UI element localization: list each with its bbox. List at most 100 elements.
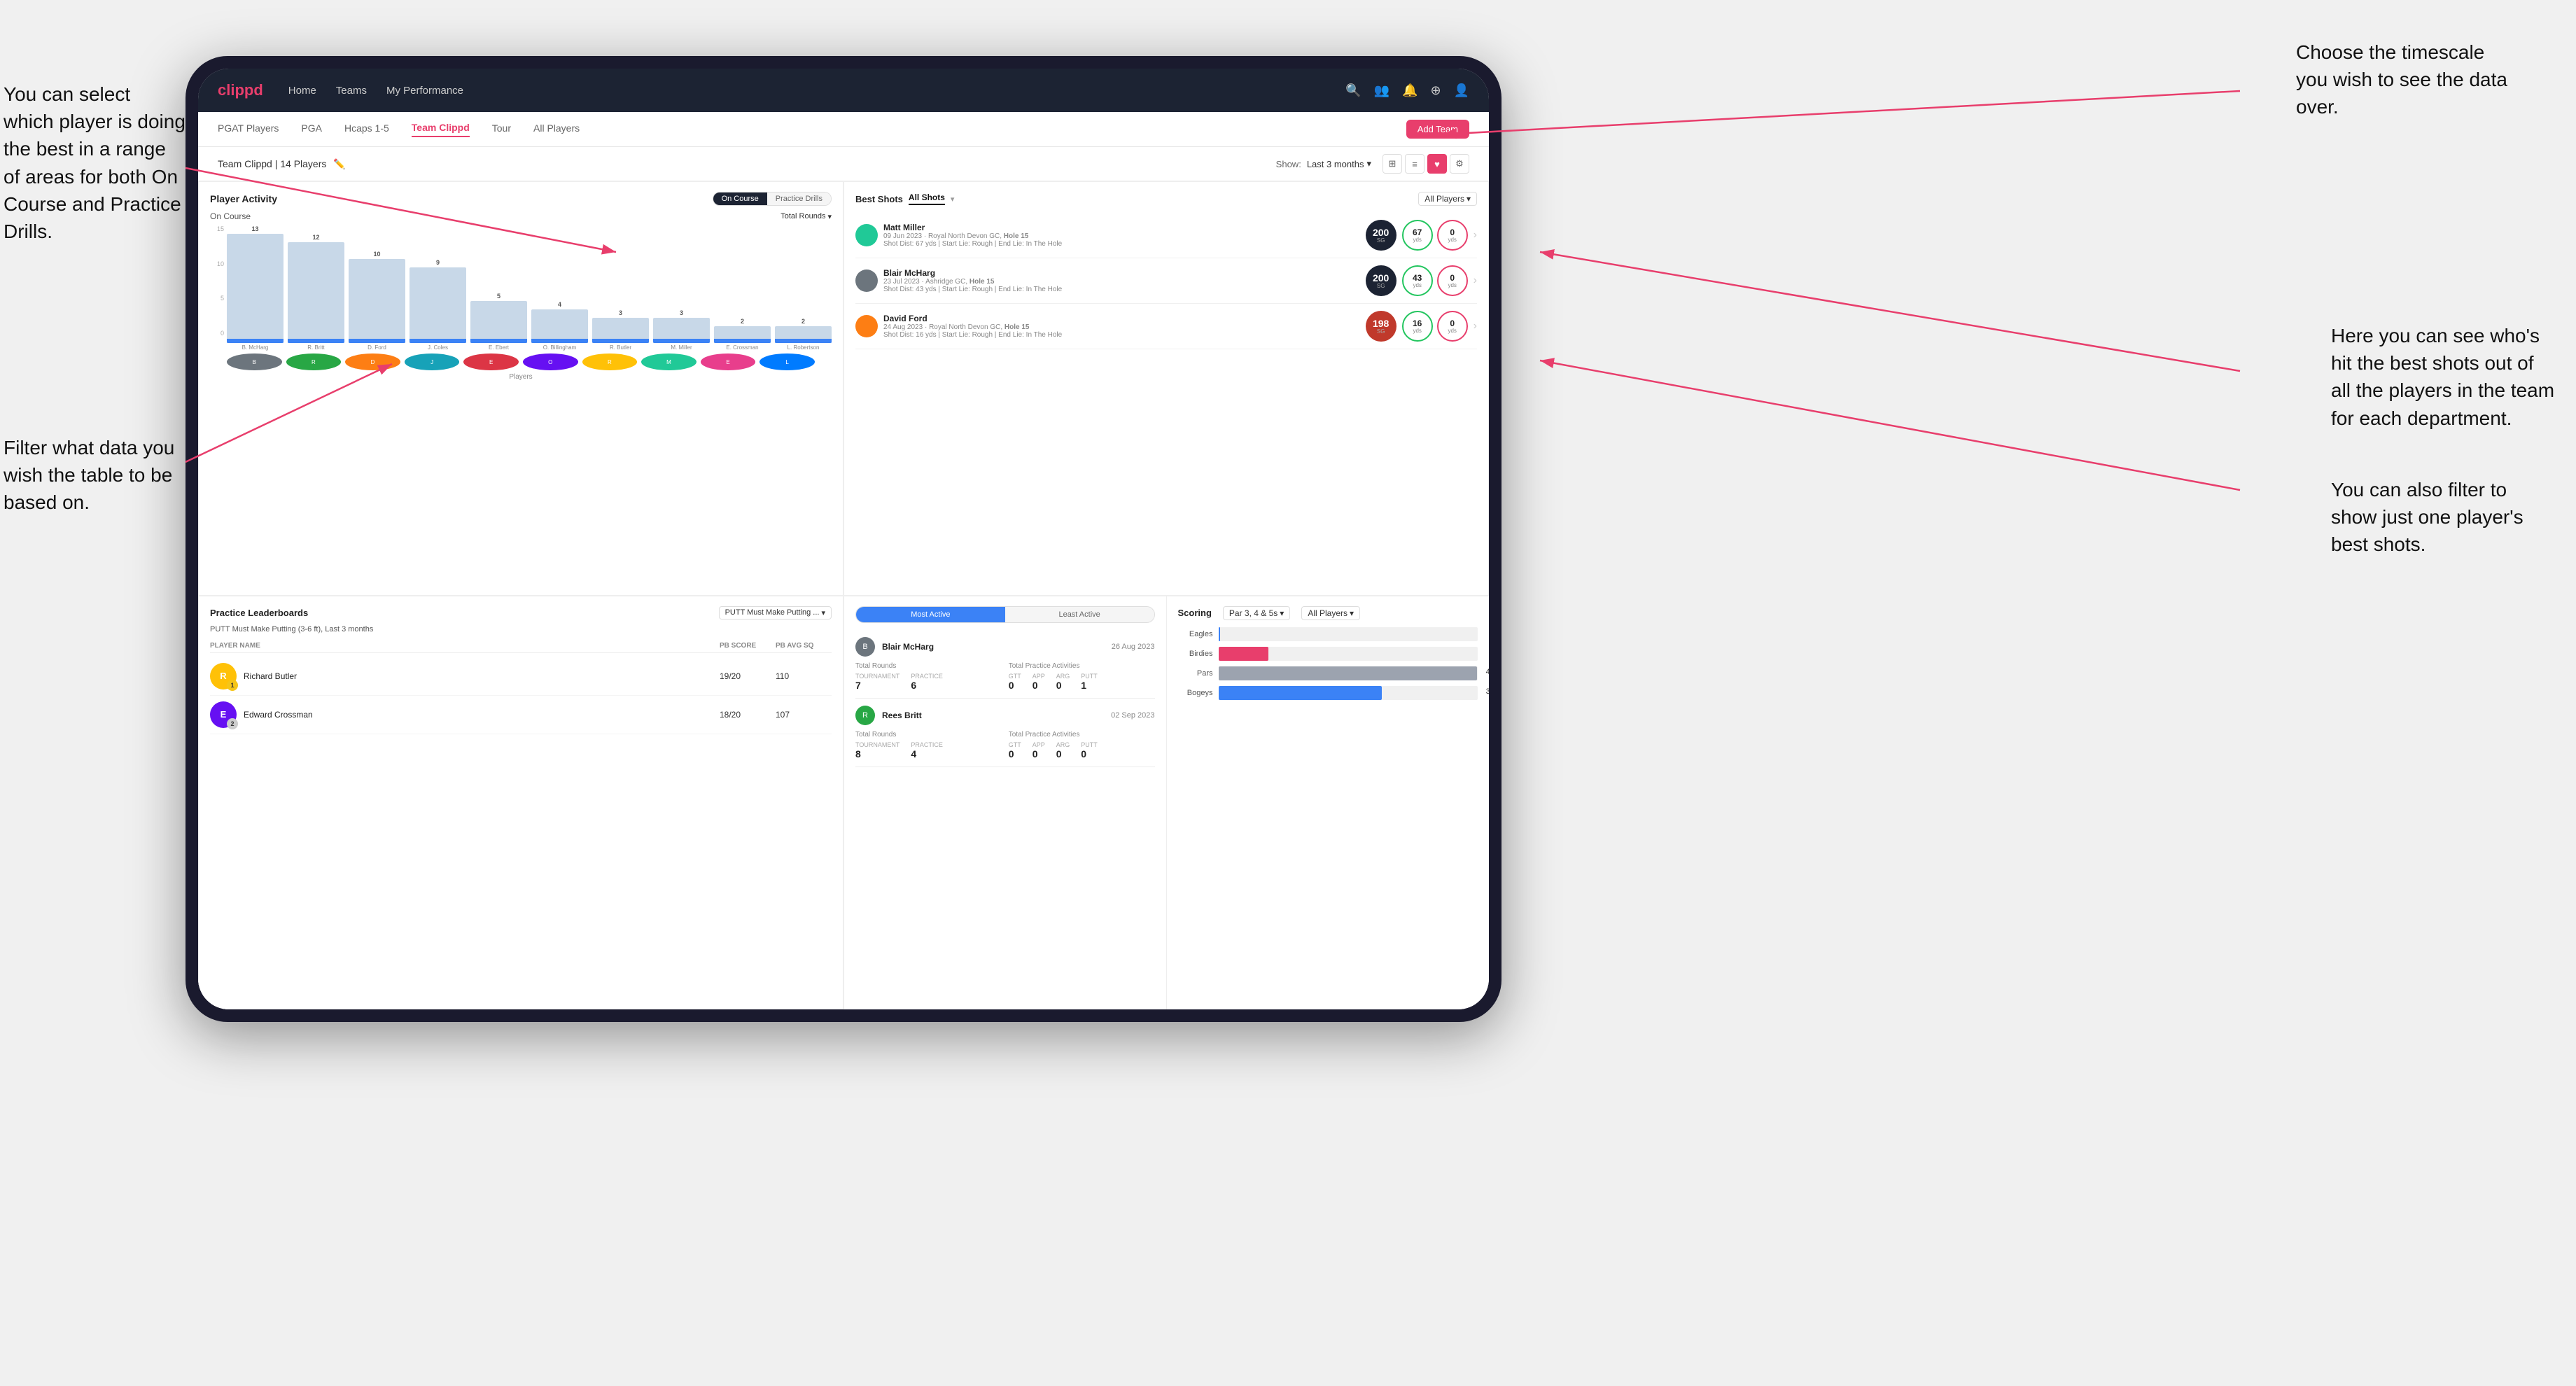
avatar-matt-miller: [855, 224, 878, 246]
avatar-e-crossman: E: [701, 354, 756, 370]
leaderboard-row-2: E 2 Edward Crossman 18/20 107: [210, 696, 832, 734]
scoring-title: Scoring: [1178, 608, 1212, 618]
activity-stats-rees: Total Rounds Tournament 8 Practice 4: [855, 731, 1155, 760]
activity-panel-header: Player Activity On Course Practice Drill…: [210, 192, 832, 206]
shot-card-blair-mcharg: Blair McHarg 23 Jul 2023 · Ashridge GC, …: [855, 258, 1477, 304]
activity-stats-blair: Total Rounds Tournament 7 Practice 6: [855, 662, 1155, 691]
best-shots-panel: Best Shots All Shots ▾ All Players ▾ Mat…: [844, 181, 1489, 596]
bogeys-label: Bogeys: [1178, 689, 1213, 697]
eagles-bar-wrap: 3: [1219, 627, 1478, 641]
pb-avg-edward: 107: [776, 710, 832, 720]
most-active-tab[interactable]: Most Active: [856, 607, 1005, 622]
bottom-right-panels: Most Active Least Active B Blair McHarg …: [844, 596, 1489, 1010]
chevron-down-icon: ▾: [951, 195, 955, 204]
edit-icon[interactable]: ✏️: [333, 158, 345, 170]
avatar-r-britt: R: [286, 354, 342, 370]
tab-tour[interactable]: Tour: [492, 122, 511, 136]
nav-my-performance[interactable]: My Performance: [386, 85, 463, 97]
birdies-bar: [1219, 647, 1268, 661]
bar-l-robertson: 2: [775, 318, 832, 343]
search-icon[interactable]: 🔍: [1345, 83, 1361, 98]
bar-j-coles: 9: [410, 259, 466, 343]
stat-end-blair: 0 yds: [1437, 265, 1468, 296]
chevron-down-icon: ▾: [1366, 158, 1371, 169]
total-rounds-dropdown[interactable]: Total Rounds ▾: [780, 212, 832, 221]
on-course-toggle[interactable]: On Course: [713, 192, 767, 205]
gtt-blair: GTT 0: [1009, 673, 1021, 691]
tab-team-clippd[interactable]: Team Clippd: [412, 122, 470, 137]
chevron-down-icon: ▾: [1350, 608, 1354, 618]
tab-hcaps[interactable]: Hcaps 1-5: [344, 122, 389, 136]
add-team-button[interactable]: Add Team: [1406, 120, 1469, 139]
table-view-button[interactable]: ≡: [1405, 154, 1424, 174]
least-active-tab[interactable]: Least Active: [1005, 607, 1154, 622]
annotation-left-bottom: Filter what data you wish the table to b…: [4, 434, 186, 517]
shot-info-blair: Shot Dist: 43 yds | Start Lie: Rough | E…: [883, 286, 1360, 293]
tab-pga[interactable]: PGA: [301, 122, 322, 136]
avatar-o-billingham: O: [523, 354, 578, 370]
practice-sub-title: PUTT Must Make Putting (3-6 ft), Last 3 …: [210, 625, 832, 634]
all-shots-tab[interactable]: All Shots: [909, 192, 945, 205]
shot-chevron-blair[interactable]: ›: [1474, 274, 1477, 287]
avatar-david-ford: [855, 315, 878, 337]
shot-stats-blair: 43 yds 0 yds: [1402, 265, 1468, 296]
course-toggle-group: On Course Practice Drills: [713, 192, 832, 206]
practice-grid-rees: GTT 0 APP 0 ARG 0: [1009, 741, 1155, 760]
app-rees: APP 0: [1032, 741, 1045, 760]
add-icon[interactable]: ⊕: [1430, 83, 1441, 98]
pb-avg-richard: 110: [776, 671, 832, 681]
player-detail-blair: 23 Jul 2023 · Ashridge GC, Hole 15: [883, 278, 1360, 286]
activity-card-rees: R Rees Britt 02 Sep 2023 Total Rounds To…: [855, 699, 1155, 767]
tab-pgat-players[interactable]: PGAT Players: [218, 122, 279, 136]
bar-b-mcharg: 13: [227, 225, 284, 343]
all-players-dropdown[interactable]: All Players ▾: [1418, 192, 1477, 206]
stat-dist-david: 16 yds: [1402, 311, 1433, 342]
avatar-blair-activity: B: [855, 637, 875, 657]
practice-drills-toggle[interactable]: Practice Drills: [767, 192, 831, 205]
player-name-matt: Matt Miller: [883, 223, 1360, 232]
heart-view-button[interactable]: ♥: [1427, 154, 1447, 174]
activity-panel-title: Player Activity: [210, 193, 277, 204]
practice-activities-blair: Total Practice Activities GTT 0 APP 0: [1009, 662, 1155, 691]
activity-card-header-blair: B Blair McHarg 26 Aug 2023: [855, 637, 1155, 657]
avatar-b-mcharg: B: [227, 354, 282, 370]
nav-teams[interactable]: Teams: [336, 85, 367, 97]
top-navigation: clippd Home Teams My Performance 🔍 👥 🔔 ⊕…: [198, 69, 1489, 112]
activity-toggle: Most Active Least Active: [855, 606, 1155, 623]
bar-e-ebert: 5: [470, 293, 527, 343]
player-info-david: David Ford 24 Aug 2023 · Royal North Dev…: [883, 314, 1360, 339]
scoring-players-dropdown[interactable]: All Players ▾: [1301, 606, 1360, 620]
rounds-grid-blair: Tournament 7 Practice 6: [855, 673, 1002, 691]
grid-view-button[interactable]: ⊞: [1382, 154, 1402, 174]
scoring-par-dropdown[interactable]: Par 3, 4 & 5s ▾: [1223, 606, 1290, 620]
app-blair: APP 0: [1032, 673, 1045, 691]
bogeys-bar-wrap: 315: [1219, 686, 1478, 700]
player-info-matt-miller: Matt Miller 09 Jun 2023 · Royal North De…: [883, 223, 1360, 248]
tab-all-players[interactable]: All Players: [533, 122, 580, 136]
player-name-david: David Ford: [883, 314, 1360, 323]
shot-card-matt-miller: Matt Miller 09 Jun 2023 · Royal North De…: [855, 213, 1477, 258]
team-header-bar: Team Clippd | 14 Players ✏️ Show: Last 3…: [198, 147, 1489, 181]
profile-icon[interactable]: 👤: [1454, 83, 1469, 98]
bogeys-value: 315: [1486, 687, 1489, 696]
users-icon[interactable]: 👥: [1374, 83, 1390, 98]
app-logo: clippd: [218, 81, 263, 99]
team-title: Team Clippd | 14 Players: [218, 158, 326, 169]
bogeys-bar: [1219, 686, 1382, 700]
rounds-grid-rees: Tournament 8 Practice 4: [855, 741, 1002, 760]
nav-home[interactable]: Home: [288, 85, 316, 97]
bar-o-billingham: 4: [531, 301, 588, 343]
settings-view-button[interactable]: ⚙: [1450, 154, 1469, 174]
practice-drill-dropdown[interactable]: PUTT Must Make Putting ... ▾: [719, 606, 832, 620]
shot-chevron-matt[interactable]: ›: [1474, 229, 1477, 241]
shot-chevron-david[interactable]: ›: [1474, 320, 1477, 332]
pars-value: 499: [1486, 668, 1489, 676]
scoring-chart: Eagles 3 Birdies 96: [1178, 627, 1478, 700]
chevron-down-icon: ▾: [821, 608, 825, 617]
avatar-d-ford: D: [345, 354, 400, 370]
time-filter-dropdown[interactable]: Last 3 months ▾: [1307, 158, 1371, 169]
show-label: Show:: [1276, 159, 1301, 169]
bell-icon[interactable]: 🔔: [1402, 83, 1418, 98]
shot-badge-matt: 200 SG: [1366, 220, 1396, 251]
scoring-row-pars: Pars 499: [1178, 666, 1478, 680]
